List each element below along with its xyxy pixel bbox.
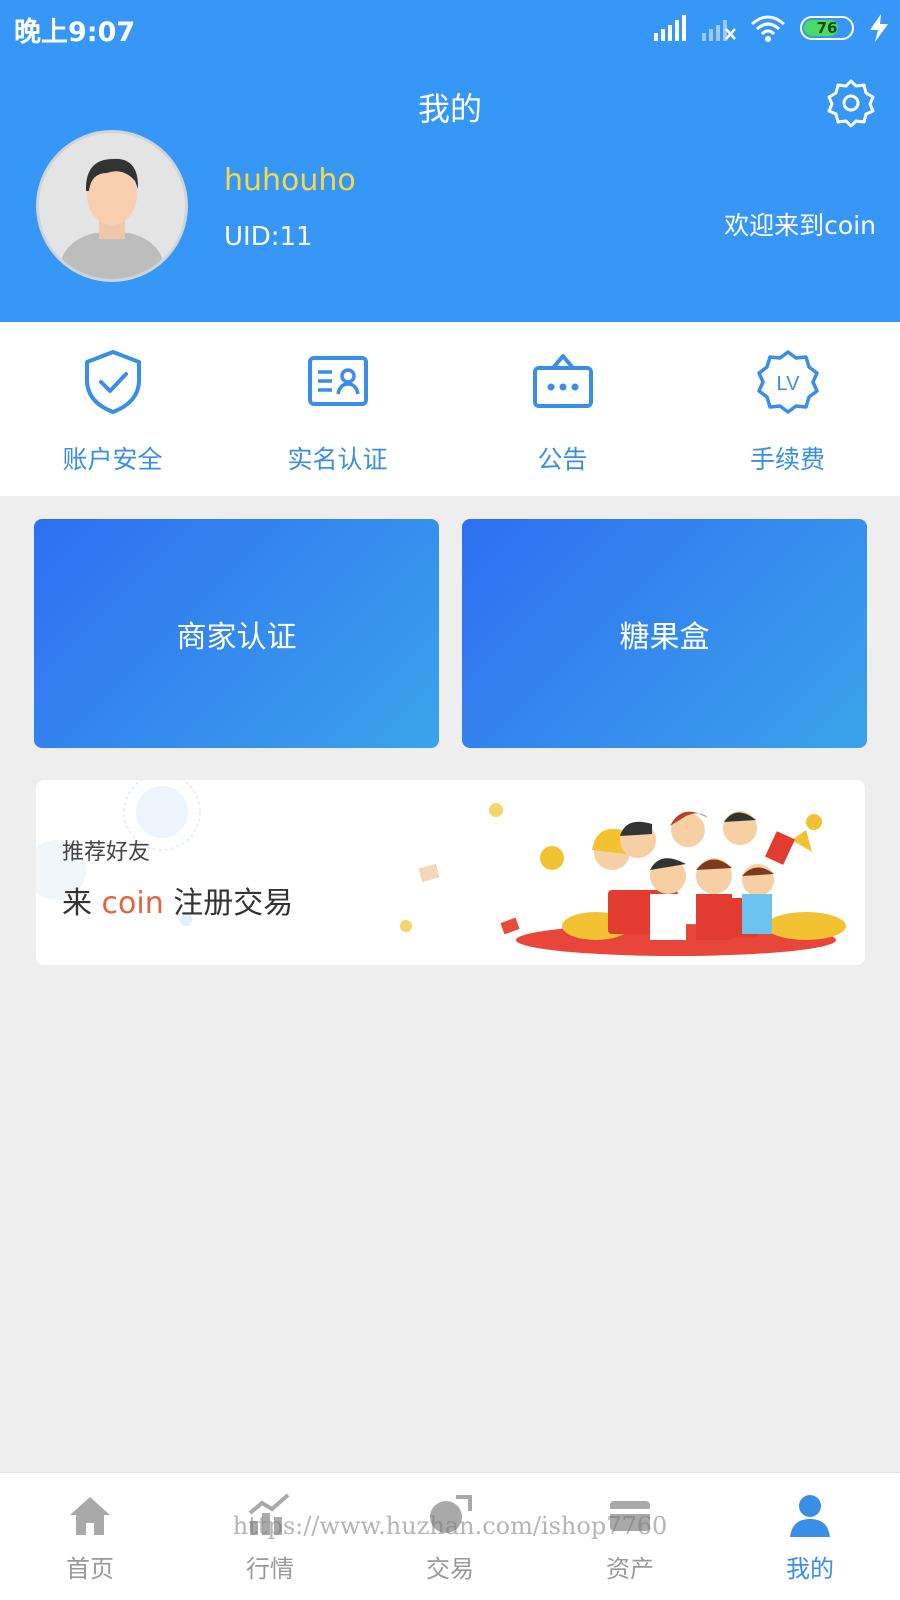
quick-item-label: 实名认证 — [287, 445, 388, 474]
settings-button[interactable] — [826, 78, 876, 128]
merchant-certification-card[interactable]: 商家认证 — [34, 519, 439, 748]
lv-badge-icon: LV — [757, 350, 819, 414]
tab-label: 资产 — [606, 1555, 654, 1583]
tab-label: 交易 — [426, 1555, 474, 1583]
charging-icon — [870, 14, 888, 42]
tab-trade[interactable]: 交易 — [360, 1473, 540, 1600]
battery-level: 76 — [816, 19, 838, 37]
gear-icon — [827, 79, 875, 128]
quick-item-label: 账户安全 — [62, 445, 163, 474]
wallet-icon — [610, 1501, 650, 1531]
status-time: 晚上9:07 — [14, 17, 136, 48]
username: huhouho — [224, 163, 356, 198]
promo-title-prefix: 来 — [62, 886, 92, 921]
promo-title-highlight: coin — [101, 886, 164, 921]
referral-banner[interactable]: 推荐好友 来 coin 注册交易 — [36, 780, 865, 965]
tab-label: 我的 — [786, 1555, 834, 1583]
chart-icon — [248, 1493, 290, 1535]
quick-item-account-security[interactable]: 账户安全 — [0, 322, 225, 496]
quick-item-notice[interactable]: 公告 — [450, 322, 675, 496]
quick-menu: 账户安全 实名认证 公告 LV 手续费 — [0, 322, 900, 496]
card-label: 商家认证 — [176, 619, 297, 655]
tab-assets[interactable]: 资产 — [540, 1473, 720, 1600]
status-bar: 晚上9:07 76 — [0, 0, 900, 56]
signal-icon — [654, 15, 686, 41]
page-title: 我的 — [417, 90, 482, 128]
quick-item-real-name[interactable]: 实名认证 — [225, 322, 450, 496]
avatar-person-icon — [39, 133, 185, 279]
shield-check-icon — [85, 350, 141, 414]
referral-illustration — [36, 780, 846, 956]
status-icons: 76 — [654, 12, 890, 44]
notice-board-icon — [533, 354, 593, 408]
welcome-text: 欢迎来到coin — [724, 211, 876, 240]
card-label: 糖果盒 — [619, 619, 710, 655]
tab-home[interactable]: 首页 — [0, 1473, 180, 1600]
signal-off-icon — [702, 20, 736, 41]
user-uid: UID:11 — [224, 222, 313, 252]
home-icon — [70, 1497, 110, 1535]
wifi-icon — [751, 15, 785, 42]
tab-label: 首页 — [66, 1555, 114, 1583]
id-card-icon — [308, 356, 368, 406]
profile-header: 晚上9:07 76 我的 huhouho UID:11 欢迎来到coin — [0, 0, 900, 322]
bottom-tab-bar: 首页 行情 交易 资产 我的 — [0, 1472, 900, 1600]
tab-label: 行情 — [246, 1555, 294, 1583]
candy-box-card[interactable]: 糖果盒 — [462, 519, 867, 748]
trade-icon — [430, 1495, 472, 1533]
promo-title: 来 coin 注册交易 — [62, 878, 293, 922]
svg-text:LV: LV — [777, 373, 801, 395]
quick-item-fees[interactable]: LV 手续费 — [675, 322, 900, 496]
quick-item-label: 手续费 — [749, 445, 825, 474]
promo-title-suffix: 注册交易 — [173, 886, 294, 921]
battery-indicator: 76 — [800, 16, 854, 40]
quick-item-label: 公告 — [537, 445, 588, 474]
promo-subtitle: 推荐好友 — [62, 840, 151, 865]
avatar[interactable] — [36, 130, 188, 282]
tab-profile[interactable]: 我的 — [720, 1473, 900, 1600]
user-icon — [790, 1495, 830, 1537]
tab-market[interactable]: 行情 — [180, 1473, 360, 1600]
